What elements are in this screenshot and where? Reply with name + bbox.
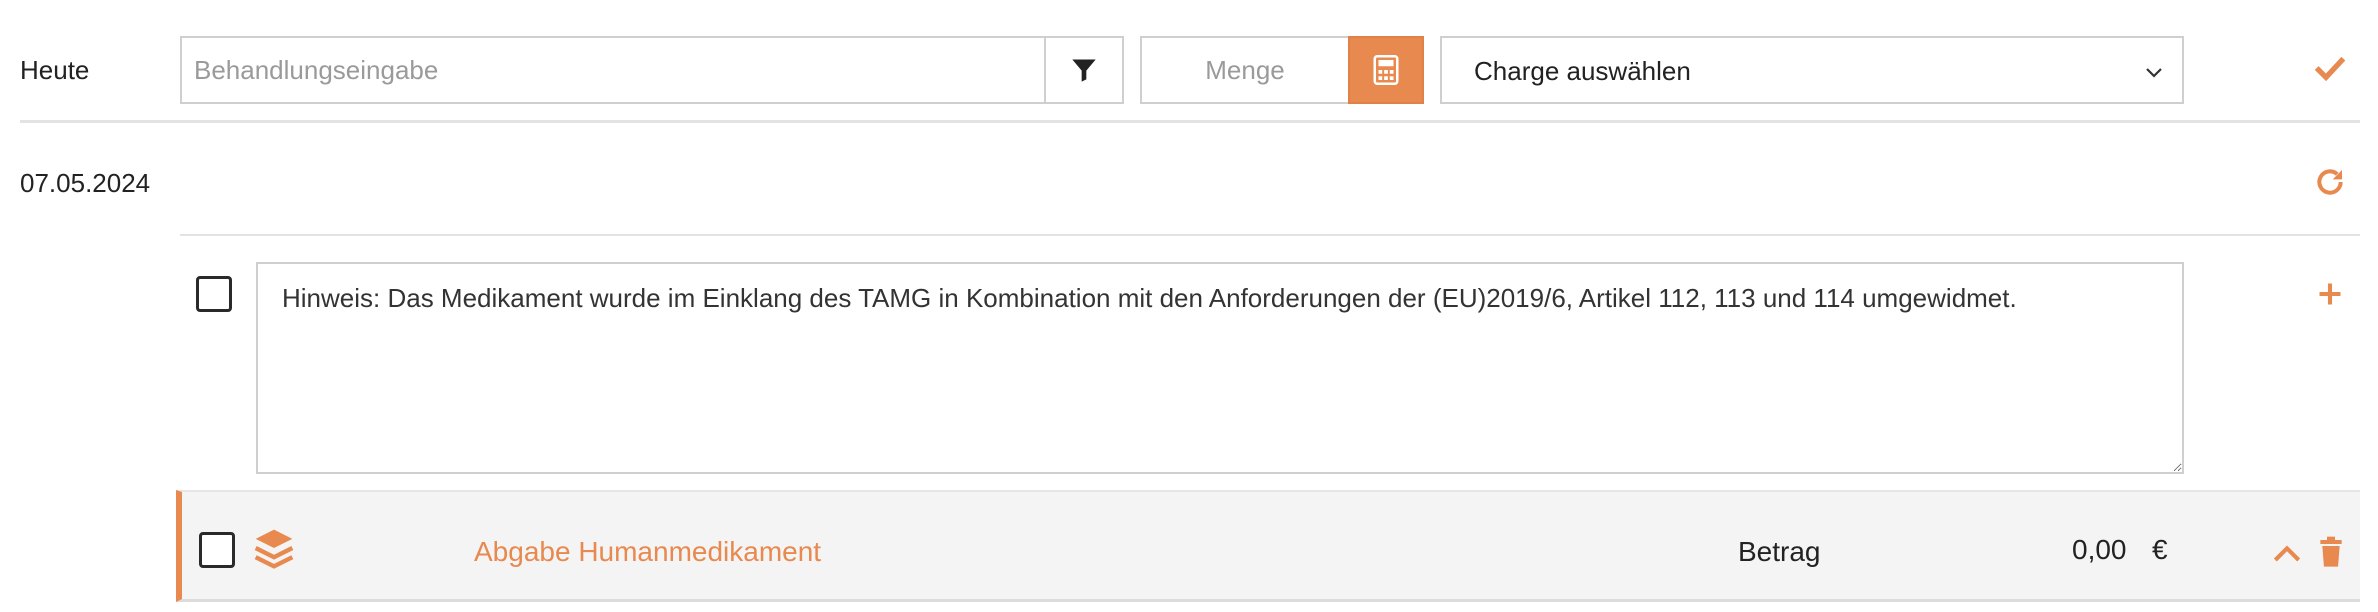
refresh-icon: [2317, 169, 2343, 195]
date-divider: [180, 234, 2360, 236]
trash-icon: [2320, 536, 2342, 567]
note-textarea[interactable]: Hinweis: Das Medikament wurde im Einklan…: [256, 262, 2184, 474]
filter-button[interactable]: [1044, 36, 1124, 104]
add-button[interactable]: [2312, 276, 2348, 312]
toolbar-divider: [20, 120, 2360, 123]
currency-symbol: €: [2152, 534, 2168, 565]
line-item-title[interactable]: Abgabe Humanmedikament: [474, 538, 821, 566]
amount-label: Betrag: [1738, 536, 1821, 567]
chevron-down-icon: [2146, 68, 2162, 78]
chevron-up-icon: [2273, 545, 2301, 562]
note-checkbox[interactable]: [196, 276, 232, 312]
calculator-icon: [1373, 55, 1399, 85]
entry-date: 07.05.2024: [20, 168, 151, 198]
line-item-checkbox[interactable]: [199, 532, 235, 568]
batch-select[interactable]: Charge auswählen: [1440, 36, 2184, 104]
layers-icon: [254, 529, 294, 569]
delete-button[interactable]: [2314, 532, 2348, 572]
checkmark-icon: [2314, 56, 2346, 82]
confirm-button[interactable]: [2310, 48, 2350, 88]
filter-icon: [1072, 59, 1096, 82]
treatment-input[interactable]: [180, 36, 1046, 104]
today-label: Heute: [20, 55, 90, 85]
quantity-input[interactable]: [1140, 36, 1350, 104]
calculator-button[interactable]: [1348, 36, 1424, 104]
amount-value: 0,00: [2072, 534, 2127, 565]
line-item-icon: [252, 526, 296, 570]
plus-icon: [2319, 283, 2341, 305]
batch-select-value: Charge auswählen: [1474, 56, 1691, 86]
refresh-button[interactable]: [2310, 162, 2350, 202]
collapse-button[interactable]: [2270, 536, 2304, 570]
